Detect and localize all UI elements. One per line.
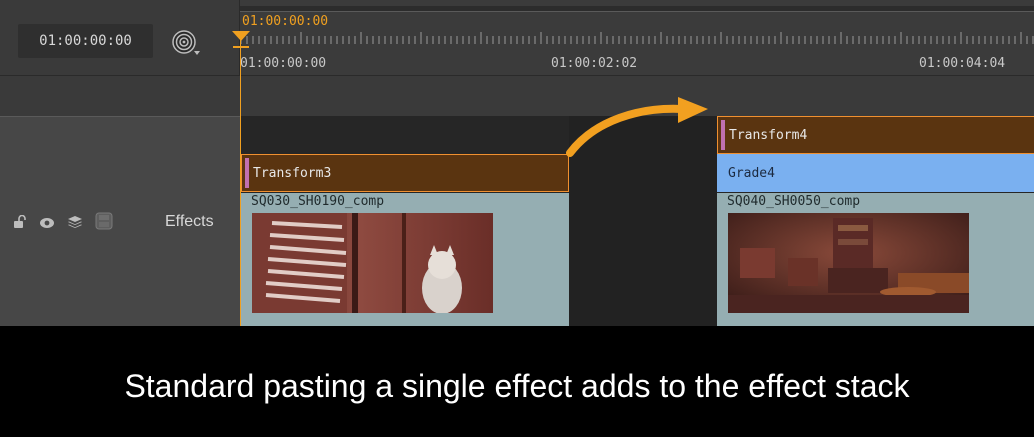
curved-arrow-icon [566, 97, 708, 157]
target-icon[interactable] [171, 29, 201, 57]
shot-thumbnail [728, 213, 969, 313]
effect-clip-transform3[interactable]: Transform3 [241, 154, 569, 192]
effect-clip-marker [721, 120, 725, 150]
track-name: Effects [165, 213, 214, 230]
timeline-spacer [0, 75, 1034, 116]
caption-text: Standard pasting a single effect adds to… [124, 368, 910, 404]
effect-clip-marker [245, 158, 249, 188]
effect-clip-transform4[interactable]: Transform4 [717, 116, 1034, 154]
playhead-marker[interactable] [231, 30, 251, 52]
shot-clip-label: SQ030_SH0190_comp [251, 194, 385, 209]
current-timecode-field[interactable]: 01:00:00:00 [18, 24, 153, 58]
timeline-header: 01:00:00:00 [0, 0, 240, 75]
lock-icon[interactable] [13, 214, 27, 233]
ruler-ticks [240, 32, 1034, 44]
playhead-timecode: 01:00:00:00 [242, 14, 329, 29]
effect-clip-label: Transform3 [253, 165, 332, 181]
effect-clip-label: Transform4 [729, 127, 808, 143]
ruler-tick-label: 01:00:04:04 [919, 56, 1006, 71]
ruler-tick-label: 01:00:00:00 [240, 56, 327, 71]
track-header: Effects [0, 116, 240, 326]
layers-icon[interactable] [67, 214, 83, 233]
disk-icon[interactable] [95, 212, 113, 234]
timeline-ruler[interactable]: 01:00:00:00 01:00:00:00 01:00:02:02 01:0… [240, 0, 1034, 75]
shot-clip-sq030[interactable]: SQ030_SH0190_comp [241, 193, 569, 326]
ruler-top-bar [240, 6, 1034, 12]
shot-clip-sq040[interactable]: SQ040_SH0050_comp [717, 193, 1034, 326]
eye-icon[interactable] [39, 214, 55, 233]
caption-bar: Standard pasting a single effect adds to… [0, 326, 1034, 437]
effect-clip-grade4[interactable]: Grade4 [717, 154, 1034, 192]
grade-clip-label: Grade4 [728, 165, 775, 181]
playhead-line[interactable] [240, 36, 241, 326]
ruler-tick-label: 01:00:02:02 [551, 56, 638, 71]
shot-clip-label: SQ040_SH0050_comp [727, 194, 861, 209]
shot-thumbnail [252, 213, 493, 313]
